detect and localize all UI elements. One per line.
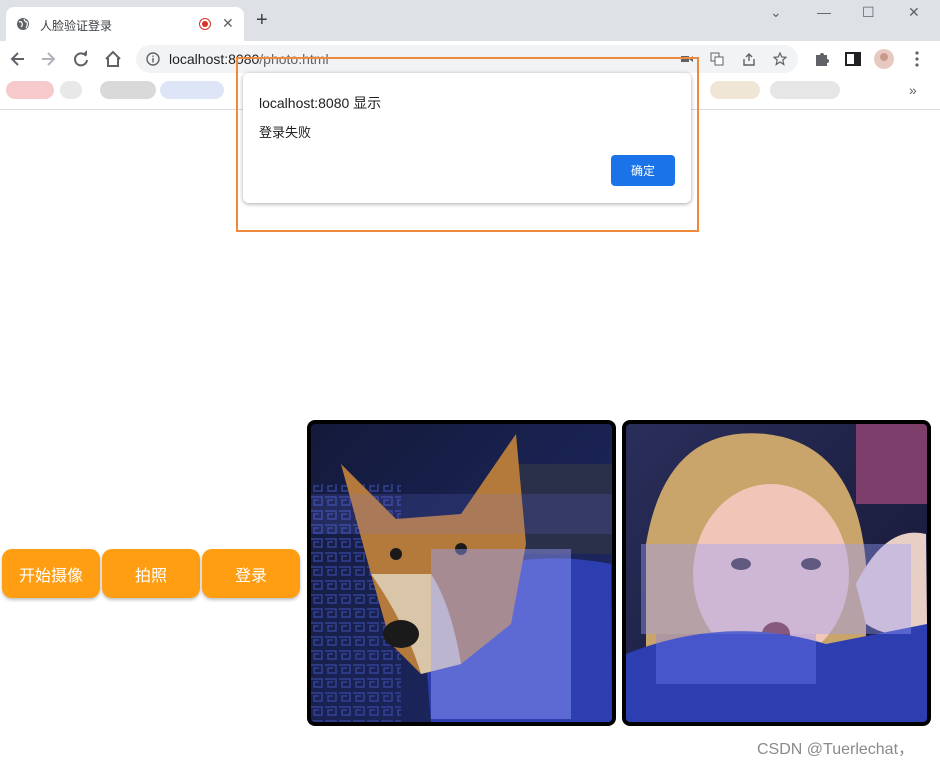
dialog-ok-button[interactable]: 确定 [611,155,675,186]
bookmark-item[interactable] [6,81,54,99]
maximize-icon[interactable]: ☐ [862,4,875,21]
extensions-icon[interactable] [812,49,832,69]
more-bookmarks-icon[interactable]: » [909,82,917,98]
video-feed-image [311,424,612,722]
watermark: CSDN @Tuerlechat， [757,741,915,758]
globe-icon [17,18,29,30]
bookmark-item[interactable] [100,81,156,99]
back-icon[interactable] [8,49,28,69]
live-video [307,420,616,726]
recording-icon [199,18,211,30]
start-camera-button[interactable]: 开始摄像 [2,549,100,598]
translate-icon[interactable] [710,52,724,66]
alert-dialog: localhost:8080 显示 登录失败 确定 [243,73,691,203]
login-button[interactable]: 登录 [202,549,300,598]
new-tab-icon[interactable]: + [256,10,268,30]
capture-photo-button[interactable]: 拍照 [102,549,200,598]
home-icon[interactable] [103,49,123,69]
dialog-title: localhost:8080 显示 [259,95,382,111]
browser-tab[interactable]: 人脸验证登录 ✕ [6,7,244,41]
tab-title: 人脸验证登录 [40,19,113,33]
info-icon[interactable] [146,52,160,66]
share-icon[interactable] [742,52,756,66]
bookmark-item[interactable] [770,81,840,99]
bookmark-item[interactable] [60,81,82,99]
reload-icon[interactable] [71,49,91,69]
close-tab-icon[interactable]: ✕ [222,15,234,32]
bookmark-item[interactable] [160,81,224,99]
menu-icon[interactable] [907,49,927,69]
profile-avatar[interactable] [874,49,894,69]
tab-search-icon[interactable]: ⌄ [770,4,782,21]
tab-strip: 人脸验证登录 ✕ + ⌄ — ☐ ✕ [0,0,940,41]
captured-photo [622,420,931,726]
window-close-icon[interactable]: ✕ [908,4,920,21]
bookmark-star-icon[interactable] [773,52,787,66]
bookmark-item[interactable] [710,81,760,99]
forward-icon[interactable] [38,49,58,69]
side-panel-icon[interactable] [843,49,863,69]
captured-photo-image [626,424,927,722]
minimize-icon[interactable]: — [817,4,831,20]
dialog-message: 登录失败 [259,125,312,140]
